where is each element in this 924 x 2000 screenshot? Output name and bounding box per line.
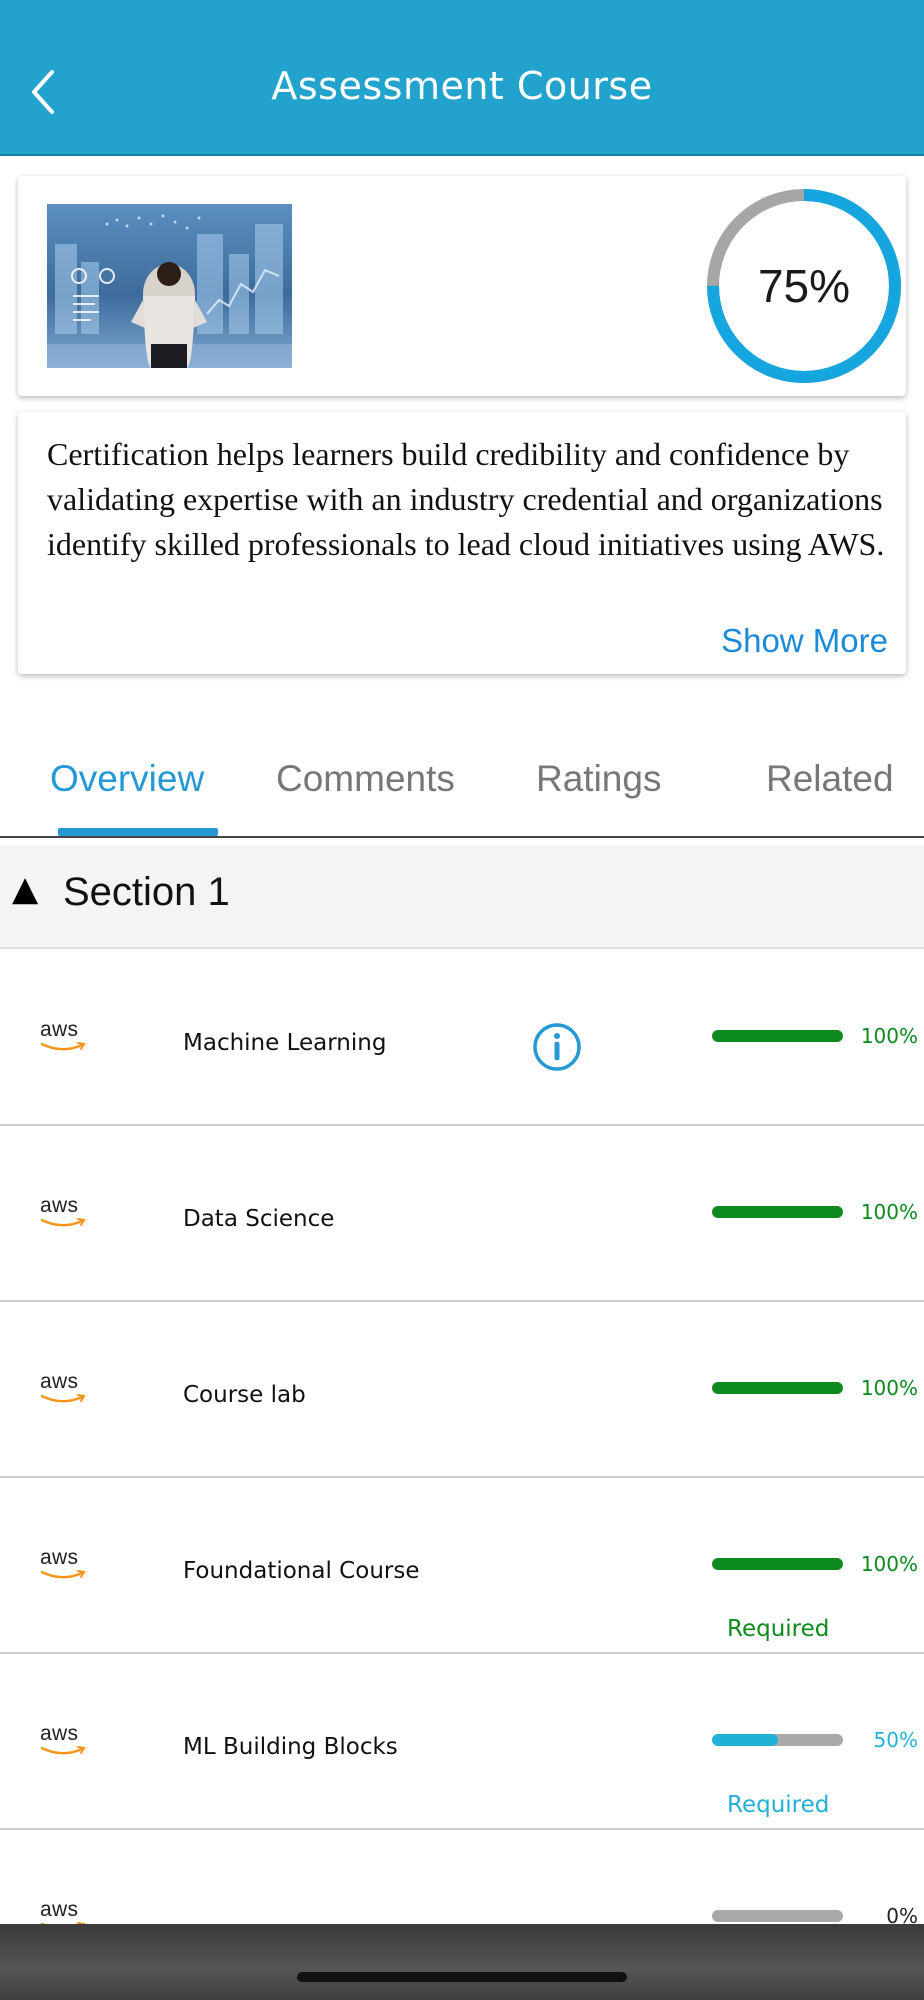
app-header: Assessment Course xyxy=(0,0,924,156)
item-progress-percent: 50% xyxy=(873,1728,918,1752)
item-progress-bar xyxy=(712,1030,843,1042)
item-progress-fill xyxy=(712,1382,843,1394)
course-item-row[interactable]: aws ML Building Blocks 50% Required xyxy=(0,1654,924,1830)
item-progress-percent: 100% xyxy=(860,1200,918,1224)
section-header[interactable]: ▲ Section 1 xyxy=(0,845,924,949)
item-progress-bar xyxy=(712,1558,843,1570)
item-title: ML Building Blocks xyxy=(183,1734,398,1760)
item-progress-fill xyxy=(712,1558,843,1570)
aws-logo-text: aws xyxy=(40,1722,79,1745)
aws-logo-icon: aws xyxy=(40,1546,88,1582)
item-title: Foundational Course xyxy=(183,1558,420,1584)
required-label: Required xyxy=(727,1792,830,1818)
course-item-row[interactable]: aws Machine Learning 100% xyxy=(0,950,924,1126)
item-progress-fill xyxy=(712,1030,843,1042)
item-progress-bar xyxy=(712,1910,843,1922)
show-more-link[interactable]: Show More xyxy=(721,622,888,660)
item-progress-bar xyxy=(712,1382,843,1394)
item-title: Machine Learning xyxy=(183,1030,387,1056)
info-circle-icon[interactable] xyxy=(532,1022,582,1072)
aws-logo-text: aws xyxy=(40,1194,79,1217)
course-summary-card: 75% xyxy=(18,176,906,396)
aws-logo-icon: aws xyxy=(40,1722,88,1758)
course-item-list: aws Machine Learning 100% aws Data Science 10… xyxy=(0,950,924,2000)
aws-logo-icon: aws xyxy=(40,1194,88,1230)
item-progress-percent: 100% xyxy=(860,1376,918,1400)
tab-comments[interactable]: Comments xyxy=(276,758,455,800)
item-title: Data Science xyxy=(183,1206,335,1232)
section-title: Section 1 xyxy=(63,870,230,914)
required-label: Required xyxy=(727,1616,830,1642)
bottom-system-bar xyxy=(0,1924,924,2000)
item-progress-percent: 100% xyxy=(860,1552,918,1576)
tab-related[interactable]: Related xyxy=(766,758,894,800)
course-progress-percent: 75% xyxy=(757,260,851,312)
course-item-row[interactable]: aws Data Science 100% xyxy=(0,1126,924,1302)
item-progress-bar xyxy=(712,1206,843,1218)
item-progress-fill xyxy=(712,1206,843,1218)
course-item-row[interactable]: aws Foundational Course 100% Required xyxy=(0,1478,924,1654)
active-tab-indicator xyxy=(58,828,218,836)
home-indicator[interactable] xyxy=(297,1972,627,1982)
item-progress-fill xyxy=(712,1734,778,1746)
item-progress-percent: 100% xyxy=(860,1024,918,1048)
course-thumbnail-image xyxy=(47,204,292,368)
tab-bar: Overview Comments Ratings Related xyxy=(0,740,924,838)
aws-logo-text: aws xyxy=(40,1370,79,1393)
aws-logo-text: aws xyxy=(40,1546,79,1569)
aws-logo-icon: aws xyxy=(40,1370,88,1406)
collapse-arrow-icon: ▲ xyxy=(12,869,39,909)
tab-ratings[interactable]: Ratings xyxy=(536,758,661,800)
course-item-row[interactable]: aws Course lab 100% xyxy=(0,1302,924,1478)
page-title: Assessment Course xyxy=(271,64,653,108)
aws-logo-text: aws xyxy=(40,1018,79,1041)
course-description: Certification helps learners build credi… xyxy=(47,436,885,562)
aws-logo-text: aws xyxy=(40,1898,79,1921)
course-description-card: Certification helps learners build credi… xyxy=(18,412,906,674)
tab-overview[interactable]: Overview xyxy=(50,758,204,800)
item-title: Course lab xyxy=(183,1382,306,1408)
item-progress-bar xyxy=(712,1734,843,1746)
aws-logo-icon: aws xyxy=(40,1018,88,1054)
